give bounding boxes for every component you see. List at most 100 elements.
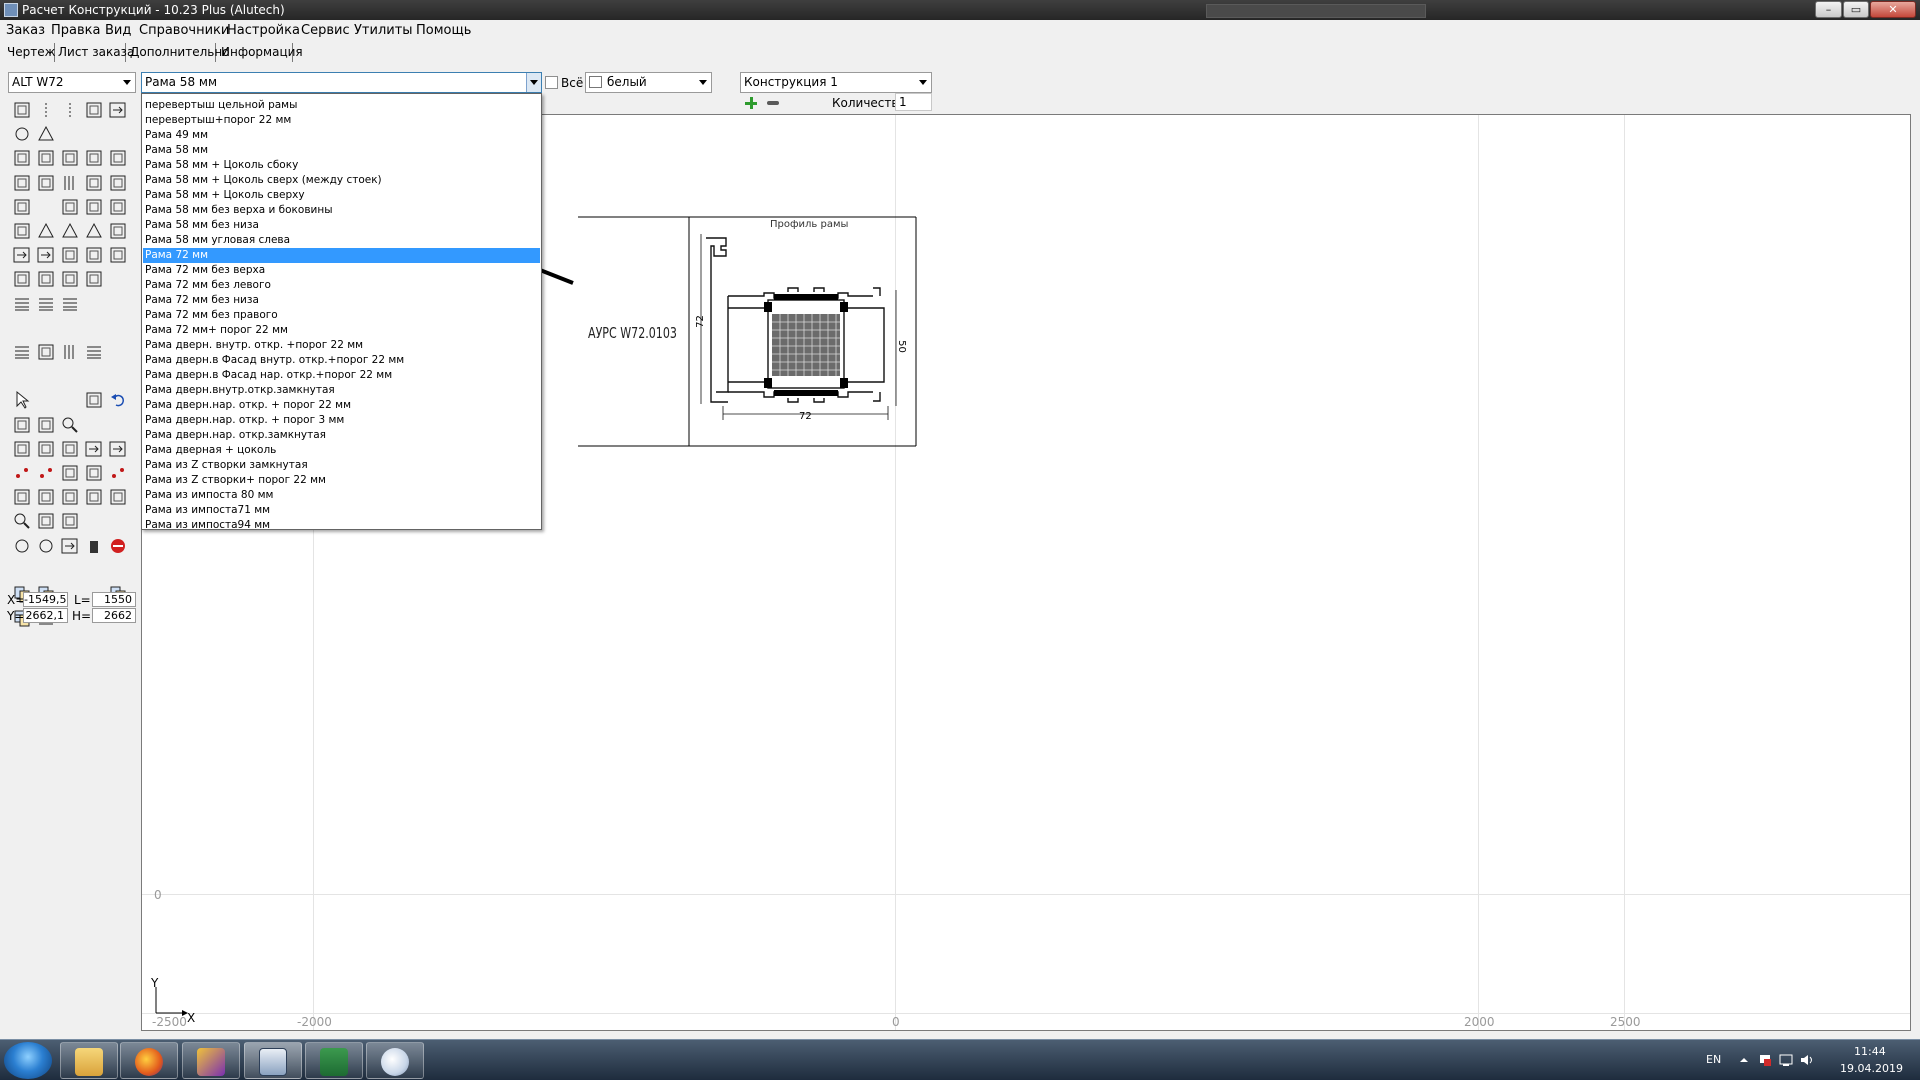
profile-option[interactable]: Рама 58 мм [143,143,540,158]
profile-option[interactable]: Рама 72 мм без верха [143,263,540,278]
trash-icon[interactable] [84,536,104,556]
settings-gear-icon[interactable] [36,536,56,556]
menu-utilities[interactable]: Утилиты [354,23,413,38]
all-checkbox[interactable] [545,76,558,89]
zoom-in-icon[interactable] [12,511,32,531]
vertical-lines-icon[interactable] [12,294,32,314]
rotate-hand-icon[interactable] [60,511,80,531]
close-button[interactable]: ✕ [1870,1,1916,18]
join-tool-icon[interactable] [36,269,56,289]
profile-option[interactable]: Рама дверн.в Фасад нар. откр.+порог 22 м… [143,368,540,383]
arrow-shape-icon[interactable] [84,221,104,241]
dashed-move-icon[interactable] [108,439,128,459]
height-tool-icon[interactable] [108,487,128,507]
profile-select[interactable]: Рама 58 мм [141,72,542,93]
connect-tool-icon[interactable] [36,439,56,459]
pan-hand-icon[interactable] [36,511,56,531]
pointer-icon[interactable] [12,390,32,410]
taskbar-explorer[interactable] [60,1042,118,1079]
align-tool-icon[interactable] [60,439,80,459]
profile-option[interactable]: Рама из импоста 80 мм [143,488,540,503]
menu-references[interactable]: Справочники [139,23,229,38]
profile-option[interactable]: Рама из Z створки замкнутая [143,458,540,473]
stop-icon[interactable] [108,536,128,556]
diagonal-lines-icon[interactable] [60,294,80,314]
taskbar-construction-app[interactable] [244,1042,302,1079]
profile-option[interactable]: Рама 72 мм+ порог 22 мм [143,323,540,338]
language-indicator[interactable]: EN [1706,1053,1721,1066]
profile-option[interactable]: Рама 72 мм [143,248,540,263]
taskbar-excel[interactable] [305,1042,363,1079]
taskbar-calc-app[interactable] [182,1042,240,1079]
filling-tool-icon[interactable] [84,197,104,217]
tab-order-sheet[interactable]: Лист заказа [55,43,134,62]
mullion-vertical-icon[interactable] [12,173,32,193]
taskbar-paint[interactable] [366,1042,424,1079]
mullion-horizontal-icon[interactable] [36,173,56,193]
quantity-input[interactable]: 1 [895,93,932,111]
tray-expand-icon[interactable] [1737,1053,1751,1067]
arrow-right-icon[interactable] [12,245,32,265]
select-rect-icon[interactable] [12,100,32,120]
profile-option[interactable]: Рама из Z створки+ порог 22 мм [143,473,540,488]
menu-order[interactable]: Заказ [6,23,45,38]
minimize-button[interactable]: – [1815,1,1842,18]
bar-horizontal-icon[interactable] [84,173,104,193]
hatch-box-icon[interactable] [84,245,104,265]
zoom-tool-icon[interactable] [60,415,80,435]
profile-option[interactable]: Рама 58 мм + Цоколь сверху [143,188,540,203]
measure-tool-icon[interactable] [36,415,56,435]
frame-tool-icon[interactable] [12,148,32,168]
transform-icon[interactable] [84,390,104,410]
arrow-shape-icon[interactable] [60,221,80,241]
shape-tool-icon[interactable] [36,221,56,241]
menu-settings[interactable]: Настройка [227,23,300,38]
profile-option[interactable]: Рама дверн. внутр. откр. +порог 22 мм [143,338,540,353]
sash-tool-icon[interactable] [36,148,56,168]
wrench-tool-icon[interactable] [12,221,32,241]
add-construction-icon[interactable] [745,97,757,109]
scissors-icon[interactable] [60,463,80,483]
handle-tool-icon[interactable] [108,148,128,168]
menu-service[interactable]: Сервис [301,23,350,38]
construction-select[interactable]: Конструкция 1 [740,72,932,93]
casement-tool-icon[interactable] [60,148,80,168]
double-arrow-icon[interactable] [36,245,56,265]
vertical-dash-icon[interactable] [36,100,56,120]
tab-drawing[interactable]: Чертеж [4,43,55,62]
circle-tool-icon[interactable] [12,124,32,144]
system-select[interactable]: ALT W72 [8,72,136,93]
glass-tool-icon[interactable] [60,197,80,217]
dimension-tool-icon[interactable] [36,342,56,362]
profile-option[interactable]: перевертыш цельной рамы [143,98,540,113]
edit-tool-icon[interactable] [12,415,32,435]
profile-option[interactable]: Рама 58 мм угловая слева [143,233,540,248]
key-tool-icon[interactable] [12,197,32,217]
horizontal-lines-icon[interactable] [36,294,56,314]
panel-tool-icon[interactable] [108,197,128,217]
profile-option[interactable]: Рама дверн.в Фасад внутр. откр.+порог 22… [143,353,540,368]
taskbar-firefox[interactable] [120,1042,178,1079]
dotted-frame-icon[interactable] [108,221,128,241]
profile-option[interactable]: перевертыш+порог 22 мм [143,113,540,128]
triangle-tool-icon[interactable] [36,124,56,144]
rows-tool-icon[interactable] [84,342,104,362]
network-icon[interactable] [1779,1053,1793,1067]
volume-icon[interactable] [1800,1053,1814,1067]
profile-select-dropdown-button[interactable] [526,73,541,92]
cut-tool-icon[interactable] [12,269,32,289]
menu-help[interactable]: Помощь [416,23,471,38]
action-center-flag-icon[interactable] [1758,1053,1772,1067]
menu-view[interactable]: Вид [105,23,131,38]
bar-vertical-icon[interactable] [60,173,80,193]
profile-option[interactable]: Рама дверн.внутр.откр.замкнутая [143,383,540,398]
diagonal-tool-icon[interactable] [108,173,128,193]
profile-option[interactable]: Рама 49 мм [143,128,540,143]
clock-date[interactable]: 19.04.2019 [1840,1062,1903,1075]
move-tool-icon[interactable] [108,100,128,120]
list-tool-icon[interactable] [12,342,32,362]
profile-option[interactable]: Рама дверная + цоколь [143,443,540,458]
door-tool-icon[interactable] [84,148,104,168]
profile-option[interactable]: Рама из импоста71 мм [143,503,540,518]
menu-edit[interactable]: Правка [51,23,100,38]
